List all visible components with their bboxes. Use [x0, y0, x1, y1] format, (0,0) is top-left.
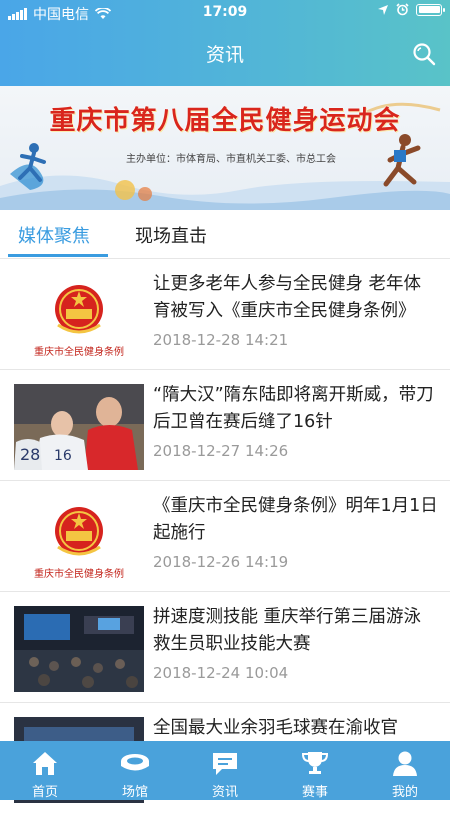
news-thumbnail: 28 16 [14, 384, 144, 470]
nav-home[interactable]: 首页 [0, 741, 90, 800]
news-thumbnail: 重庆市全民健身条例 [14, 495, 144, 581]
alarm-icon [396, 3, 409, 16]
news-time: 2018-12-27 14:26 [153, 442, 289, 460]
banner-subtitle: 主办单位：市体育局、市直机关工委、市总工会 [126, 154, 336, 165]
news-tabs: 媒体聚焦 现场直击 [0, 210, 450, 259]
trophy-icon [301, 752, 329, 774]
nav-label: 资讯 [211, 785, 238, 800]
home-icon [33, 752, 57, 775]
thumbnail-caption: 重庆市全民健身条例 [34, 569, 124, 580]
news-thumbnail: 重庆市全民健身条例 [14, 273, 144, 359]
football-photo: 28 16 [14, 384, 144, 470]
tab-media-focus[interactable]: 媒体聚焦 [18, 222, 90, 248]
news-title: 让更多老年人参与全民健身 老年体育被写入《重庆市全民健身条例》 [153, 274, 422, 321]
news-title: 拼速度测技能 重庆举行第三届游泳救生员职业技能大赛 [153, 607, 422, 654]
news-title: 《重庆市全民健身条例》明年1月1日起施行 [153, 496, 438, 543]
app-header: 中国电信 17:09 资讯 [0, 0, 450, 86]
svg-text:16: 16 [54, 448, 72, 464]
status-bar: 中国电信 17:09 [0, 0, 450, 26]
tab-live-report[interactable]: 现场直击 [135, 222, 207, 248]
conference-photo [14, 606, 144, 692]
user-icon [393, 751, 417, 776]
svg-text:28: 28 [20, 445, 40, 464]
thumbnail-caption: 重庆市全民健身条例 [34, 347, 124, 358]
page-title: 资讯 [205, 44, 244, 66]
news-time: 2018-12-28 14:21 [153, 331, 289, 349]
nav-label: 我的 [391, 785, 418, 800]
event-banner[interactable]: 重庆市第八届全民健身运动会 主办单位：市体育局、市直机关工委、市总工会 [0, 86, 450, 210]
nav-label: 首页 [31, 785, 58, 800]
bottom-navigation: 首页 场馆 资讯 赛事 我的 [0, 741, 450, 800]
banner-title: 重庆市第八届全民健身运动会 [49, 106, 401, 136]
news-item[interactable]: 重庆市全民健身条例 《重庆市全民健身条例》明年1月1日起施行 2018-12-2… [0, 481, 450, 592]
news-time: 2018-12-26 14:19 [153, 553, 289, 571]
nav-label: 赛事 [301, 785, 328, 800]
nav-events[interactable]: 赛事 [270, 741, 360, 800]
location-icon [378, 4, 388, 15]
news-item[interactable]: 拼速度测技能 重庆举行第三届游泳救生员职业技能大赛 2018-12-24 10:… [0, 592, 450, 703]
search-icon[interactable] [412, 42, 436, 66]
news-time: 2018-12-24 10:04 [153, 664, 289, 682]
news-item[interactable]: 28 16 “隋大汉”隋东陆即将离开斯威，带刀后卫曾在赛后缝了16针 2018-… [0, 370, 450, 481]
nav-profile[interactable]: 我的 [360, 741, 450, 800]
active-tab-indicator [8, 254, 108, 257]
news-title: 全国最大业余羽毛球赛在渝收官 [153, 718, 398, 738]
news-title: “隋大汉”隋东陆即将离开斯威，带刀后卫曾在赛后缝了16针 [153, 385, 434, 432]
nav-label: 场馆 [121, 785, 148, 800]
nav-news[interactable]: 资讯 [180, 741, 270, 800]
battery-icon [416, 3, 445, 16]
news-item[interactable]: 重庆市全民健身条例 让更多老年人参与全民健身 老年体育被写入《重庆市全民健身条例… [0, 259, 450, 370]
stadium-icon [121, 754, 149, 771]
nav-venues[interactable]: 场馆 [90, 741, 180, 800]
news-icon [213, 753, 237, 775]
news-thumbnail [14, 606, 144, 692]
